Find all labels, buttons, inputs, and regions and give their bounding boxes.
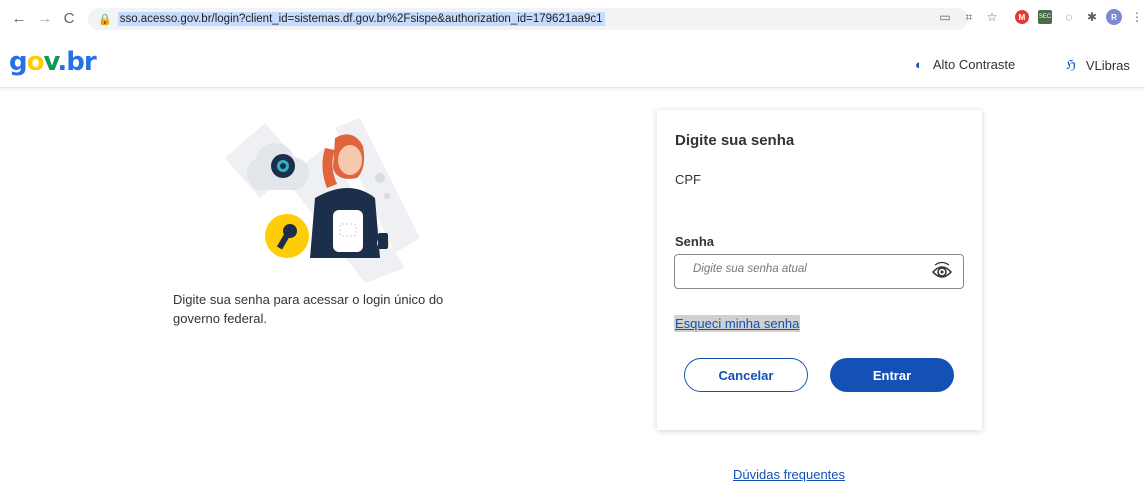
screenshot-icon[interactable]: ⌗ [962,10,976,24]
card-title: Digite sua senha [675,132,795,149]
faq-link[interactable]: Dúvidas frequentes [733,467,845,482]
reload-icon[interactable]: C [60,9,78,27]
password-label: Senha [675,234,715,249]
lock-icon: 🔒 [98,13,112,26]
cancel-button[interactable]: Cancelar [684,358,808,392]
login-illustration [225,118,420,283]
profile-avatar[interactable]: R [1106,9,1122,25]
intro-text: Digite sua senha para acessar o login ún… [173,292,444,326]
enter-button[interactable]: Entrar [830,358,954,392]
forgot-password-link[interactable]: Esqueci minha senha [674,315,801,332]
vlibras-label: VLibras [1085,57,1130,73]
high-contrast-toggle[interactable]: ◐ Alto Contraste [915,57,1015,72]
password-card: Digite sua senha CPF Senha Esqueci minha… [657,110,982,430]
extension-m-icon[interactable]: M [1015,10,1029,24]
vlibras-hand-icon: ℌ [1066,57,1076,72]
extension-sec-icon[interactable]: SEC [1038,10,1052,24]
browser-toolbar: ← → C 🔒 sso.acesso.gov.br/login?client_i… [0,0,1145,38]
menu-icon[interactable]: ⋮ [1130,10,1144,24]
back-icon[interactable]: ← [10,9,28,27]
site-header: gov.br ◐ Alto Contraste ℌ VLibras [0,40,1145,88]
password-input[interactable] [693,263,913,275]
vlibras-toggle[interactable]: ℌ VLibras [1066,57,1130,73]
password-field[interactable] [674,254,964,289]
show-password-eye-icon[interactable] [931,261,953,283]
high-contrast-label: Alto Contraste [932,57,1016,72]
extension-github-icon[interactable]: ◌ [1062,10,1076,24]
url-text[interactable]: sso.acesso.gov.br/login?client_id=sistem… [117,12,605,26]
cast-icon[interactable]: ▭ [938,10,952,24]
extensions-puzzle-icon[interactable]: ✱ [1085,10,1099,24]
govbr-logo[interactable]: gov.br [9,47,97,77]
cpf-label: CPF [675,172,701,187]
forward-icon[interactable]: → [36,9,54,27]
contrast-icon: ◐ [915,57,923,72]
address-bar[interactable]: 🔒 sso.acesso.gov.br/login?client_id=sist… [88,8,968,30]
bookmark-star-icon[interactable]: ☆ [985,10,999,24]
